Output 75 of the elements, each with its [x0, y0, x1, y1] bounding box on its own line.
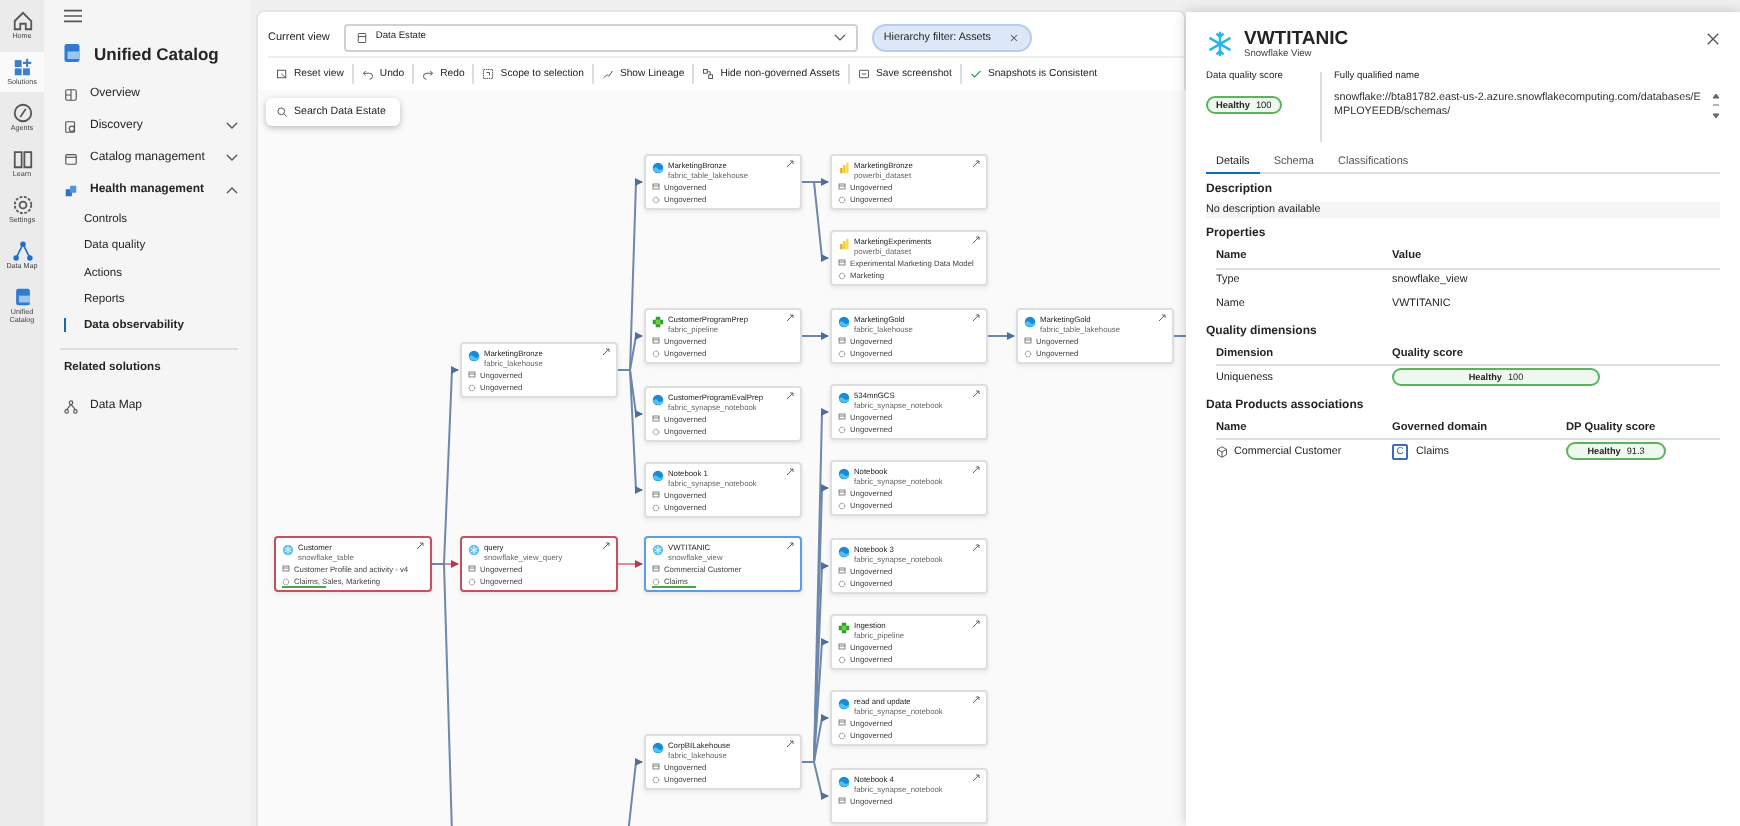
book-icon — [11, 147, 33, 170]
expand-icon[interactable] — [786, 542, 794, 550]
connector-line — [617, 560, 643, 568]
lakehouse-icon — [652, 470, 664, 482]
lakehouse-icon — [652, 162, 664, 174]
cube-icon — [1216, 445, 1228, 458]
close-icon[interactable] — [1706, 32, 1720, 46]
redo-icon — [422, 68, 435, 80]
frame-icon — [482, 68, 495, 80]
expand-icon[interactable] — [786, 314, 794, 322]
close-icon[interactable] — [1007, 31, 1019, 43]
catalog-icon — [11, 285, 33, 308]
expand-icon[interactable] — [786, 160, 794, 168]
snowflake-icon — [652, 544, 664, 556]
screen-icon — [857, 68, 870, 80]
folder-icon — [64, 151, 78, 165]
catalog-icon — [60, 40, 84, 66]
connector-line — [627, 758, 643, 826]
expand-icon[interactable] — [416, 542, 424, 550]
undo-icon — [361, 68, 374, 80]
expand-icon[interactable] — [972, 544, 980, 552]
expand-icon[interactable] — [1158, 314, 1166, 322]
expand-icon[interactable] — [972, 620, 980, 628]
expand-icon[interactable] — [972, 236, 980, 244]
expand-icon[interactable] — [786, 468, 794, 476]
expand-icon[interactable] — [972, 696, 980, 704]
bar-chart-icon — [838, 162, 850, 174]
expand-icon[interactable] — [972, 774, 980, 782]
menu-icon[interactable] — [64, 8, 82, 24]
stack-icon — [64, 183, 78, 197]
lakehouse-icon — [468, 350, 480, 362]
lakehouse-icon — [838, 776, 850, 788]
expand-icon[interactable] — [602, 542, 610, 550]
bar-chart-icon — [838, 238, 850, 250]
lakehouse-icon — [652, 394, 664, 406]
snowflake-icon — [1206, 30, 1234, 58]
settings-icon — [11, 193, 33, 216]
plus-arrow-icon — [652, 316, 664, 328]
panel-icon — [64, 87, 78, 101]
lakehouse-icon — [838, 468, 850, 480]
lakehouse-icon — [838, 546, 850, 558]
check-icon — [969, 68, 982, 80]
home-icon — [11, 10, 33, 32]
expand-icon[interactable] — [972, 314, 980, 322]
layout-icon — [355, 31, 368, 43]
connector-line — [1173, 332, 1186, 340]
lakehouse-icon — [1024, 316, 1036, 328]
plus-arrow-icon — [838, 622, 850, 634]
expand-icon[interactable] — [972, 160, 980, 168]
chevron-down-icon — [833, 31, 846, 43]
network-icon — [64, 399, 78, 414]
reset-icon — [276, 68, 288, 80]
connector-line — [987, 332, 1015, 340]
lakehouse-icon — [838, 316, 850, 328]
search-doc-icon — [64, 119, 78, 133]
sidebar-title: Unified Catalog — [94, 43, 219, 63]
agent-icon — [11, 101, 33, 124]
expand-icon[interactable] — [972, 390, 980, 398]
expand-icon[interactable] — [972, 466, 980, 474]
connector-line — [801, 332, 829, 340]
nodes-icon — [702, 68, 715, 80]
grid-icon — [11, 55, 33, 78]
scroll-arrows-icon[interactable] — [1712, 92, 1720, 120]
snowflake-icon — [468, 544, 480, 556]
snowflake-icon — [282, 544, 294, 556]
panel-title: VWTITANIC — [1244, 28, 1349, 50]
expand-icon[interactable] — [786, 740, 794, 748]
expand-icon[interactable] — [786, 392, 794, 400]
lakehouse-icon — [652, 742, 664, 754]
lakehouse-icon — [838, 698, 850, 710]
search-icon — [276, 106, 288, 118]
lakehouse-icon — [838, 392, 850, 404]
expand-icon[interactable] — [602, 348, 610, 356]
line-chart-icon — [601, 68, 614, 80]
network-icon — [11, 239, 33, 262]
